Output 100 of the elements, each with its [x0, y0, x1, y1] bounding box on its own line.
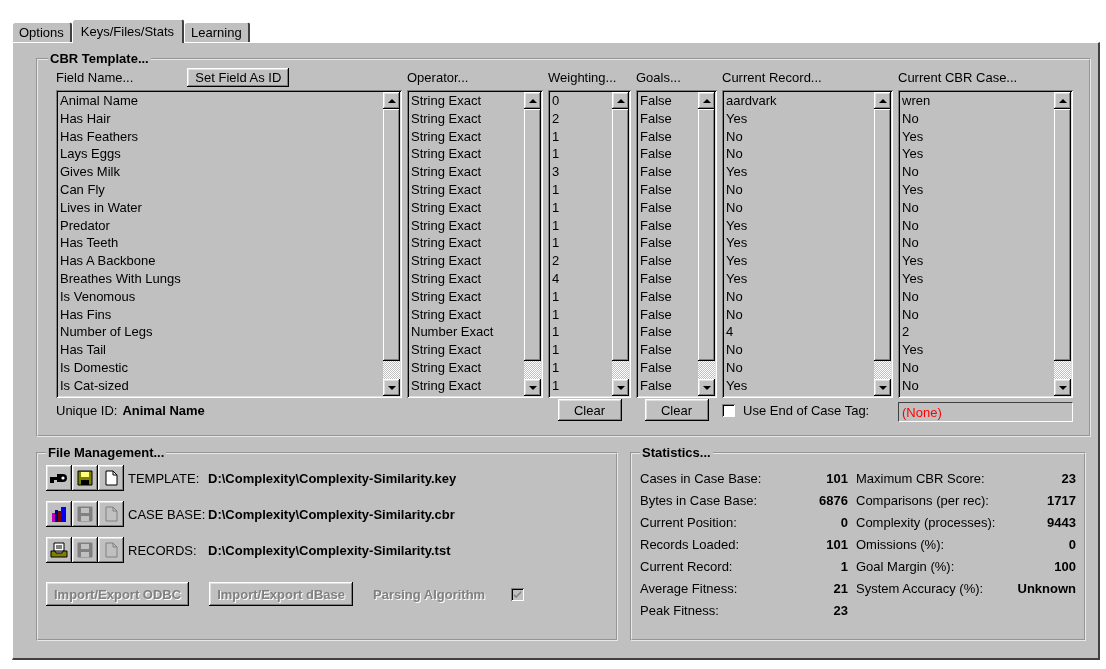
list-item[interactable]: False	[640, 127, 698, 146]
tab[interactable]: Keys/Files/Stats	[71, 19, 184, 43]
scroll-down-button[interactable]	[612, 379, 629, 396]
set-id-button[interactable]: Set Field As ID	[187, 67, 290, 87]
scrollbar-thumb[interactable]	[1054, 361, 1071, 379]
list-item[interactable]: 1	[552, 358, 612, 377]
list-item[interactable]: Yes	[726, 163, 874, 181]
list-item[interactable]: String Exact	[411, 127, 524, 146]
list-item[interactable]: Breathes With Lungs	[60, 269, 383, 288]
scroll-down-button[interactable]	[383, 379, 400, 396]
list-item[interactable]: False	[640, 269, 698, 288]
list-item[interactable]: String Exact	[411, 198, 524, 217]
list-item[interactable]: 2	[902, 323, 1054, 342]
open-button[interactable]	[46, 501, 72, 527]
list-item[interactable]: 2	[552, 109, 612, 128]
tab[interactable]: Options	[12, 22, 72, 42]
list-item[interactable]: Yes	[726, 109, 874, 128]
list-item[interactable]: Can Fly	[60, 181, 383, 199]
list-box[interactable]: False False False False False False False False False False False False False False False False False	[636, 90, 717, 398]
list-item[interactable]: 0	[552, 92, 612, 110]
scrollbar[interactable]	[383, 92, 400, 396]
list-item[interactable]: 1	[552, 323, 612, 342]
list-item[interactable]: String Exact	[411, 145, 524, 164]
list-item[interactable]: String Exact	[411, 341, 524, 359]
list-item[interactable]: 1	[552, 305, 612, 324]
scrollbar-thumb[interactable]	[383, 361, 400, 379]
clear-button[interactable]: Clear	[557, 399, 622, 421]
list-item[interactable]: No	[726, 145, 874, 164]
list-item[interactable]: Animal Name	[60, 92, 383, 110]
list-item[interactable]: False	[640, 145, 698, 164]
scroll-down-button[interactable]	[524, 379, 541, 396]
list-item[interactable]: String Exact	[411, 287, 524, 306]
list-box[interactable]: wren No Yes Yes No Yes No No No Yes Yes No No 2 Yes No No	[898, 90, 1073, 398]
list-item[interactable]: Number Exact	[411, 323, 524, 342]
list-item[interactable]: False	[640, 358, 698, 377]
list-item[interactable]: Has Fins	[60, 305, 383, 324]
list-item[interactable]: False	[640, 252, 698, 270]
list-item[interactable]: False	[640, 181, 698, 199]
list-item[interactable]: Yes	[726, 216, 874, 235]
list-item[interactable]: No	[902, 163, 1054, 181]
open-button[interactable]	[46, 537, 72, 563]
list-item[interactable]: 4	[552, 269, 612, 288]
clear-button[interactable]: Clear	[644, 399, 709, 421]
list-item[interactable]: Has Hair	[60, 109, 383, 128]
list-item[interactable]: 1	[552, 181, 612, 199]
list-item[interactable]: String Exact	[411, 234, 524, 253]
list-item[interactable]: No	[902, 198, 1054, 217]
list-item[interactable]: Lays Eggs	[60, 145, 383, 164]
list-item[interactable]: 1	[552, 234, 612, 253]
list-item[interactable]: False	[640, 323, 698, 342]
list-item[interactable]: False	[640, 305, 698, 324]
list-item[interactable]: No	[902, 287, 1054, 306]
list-item[interactable]: Is Domestic	[60, 358, 383, 377]
list-item[interactable]: Yes	[726, 234, 874, 253]
list-item[interactable]: False	[640, 341, 698, 359]
save-button[interactable]	[72, 465, 98, 491]
open-button[interactable]	[46, 465, 72, 491]
scrollbar[interactable]	[874, 92, 891, 396]
scroll-down-button[interactable]	[698, 379, 715, 396]
scroll-up-button[interactable]	[383, 92, 400, 109]
list-item[interactable]: aardvark	[726, 92, 874, 110]
scroll-up-button[interactable]	[612, 92, 629, 109]
list-box[interactable]	[407, 90, 543, 398]
scroll-up-button[interactable]	[698, 92, 715, 109]
scrollbar[interactable]	[698, 92, 715, 396]
list-item[interactable]: Number of Legs	[60, 323, 383, 342]
list-item[interactable]: False	[640, 376, 698, 395]
list-item[interactable]: 2	[552, 252, 612, 270]
list-item[interactable]: No	[726, 341, 874, 359]
list-item[interactable]: False	[640, 198, 698, 217]
list-item[interactable]: Has Feathers	[60, 127, 383, 146]
list-item[interactable]: No	[726, 305, 874, 324]
list-box[interactable]: aardvark Yes No No Yes No No Yes Yes Yes Yes No No 4 No No Yes	[722, 90, 893, 398]
scroll-up-button[interactable]	[1054, 92, 1071, 109]
list-item[interactable]: String Exact	[411, 305, 524, 324]
list-item[interactable]: Has Teeth	[60, 234, 383, 253]
list-item[interactable]: String Exact	[411, 216, 524, 235]
list-item[interactable]: Predator	[60, 216, 383, 235]
list-item[interactable]: Yes	[902, 127, 1054, 146]
list-item[interactable]: False	[640, 109, 698, 128]
list-item[interactable]: String Exact	[411, 269, 524, 288]
list-item[interactable]: False	[640, 163, 698, 181]
list-item[interactable]: No	[726, 181, 874, 199]
list-item[interactable]: 1	[552, 145, 612, 164]
list-box[interactable]: 0 2 1 1 3 1 1 1 1 2 4 1 1 1 1 1 1	[548, 90, 631, 398]
list-item[interactable]: Yes	[902, 181, 1054, 199]
list-item[interactable]: 1	[552, 127, 612, 146]
list-item[interactable]: False	[640, 216, 698, 235]
scrollbar-thumb[interactable]	[524, 361, 541, 379]
list-item[interactable]: 3	[552, 163, 612, 181]
list-item[interactable]: False	[640, 287, 698, 306]
list-box[interactable]	[56, 90, 402, 398]
list-item[interactable]: String Exact	[411, 92, 524, 110]
list-item[interactable]: False	[640, 92, 698, 110]
list-item[interactable]: 1	[552, 198, 612, 217]
list-item[interactable]: String Exact	[411, 181, 524, 199]
list-item[interactable]: Is Cat-sized	[60, 376, 383, 395]
list-item[interactable]: No	[902, 109, 1054, 128]
list-item[interactable]: 1	[552, 287, 612, 306]
list-item[interactable]: 1	[552, 341, 612, 359]
